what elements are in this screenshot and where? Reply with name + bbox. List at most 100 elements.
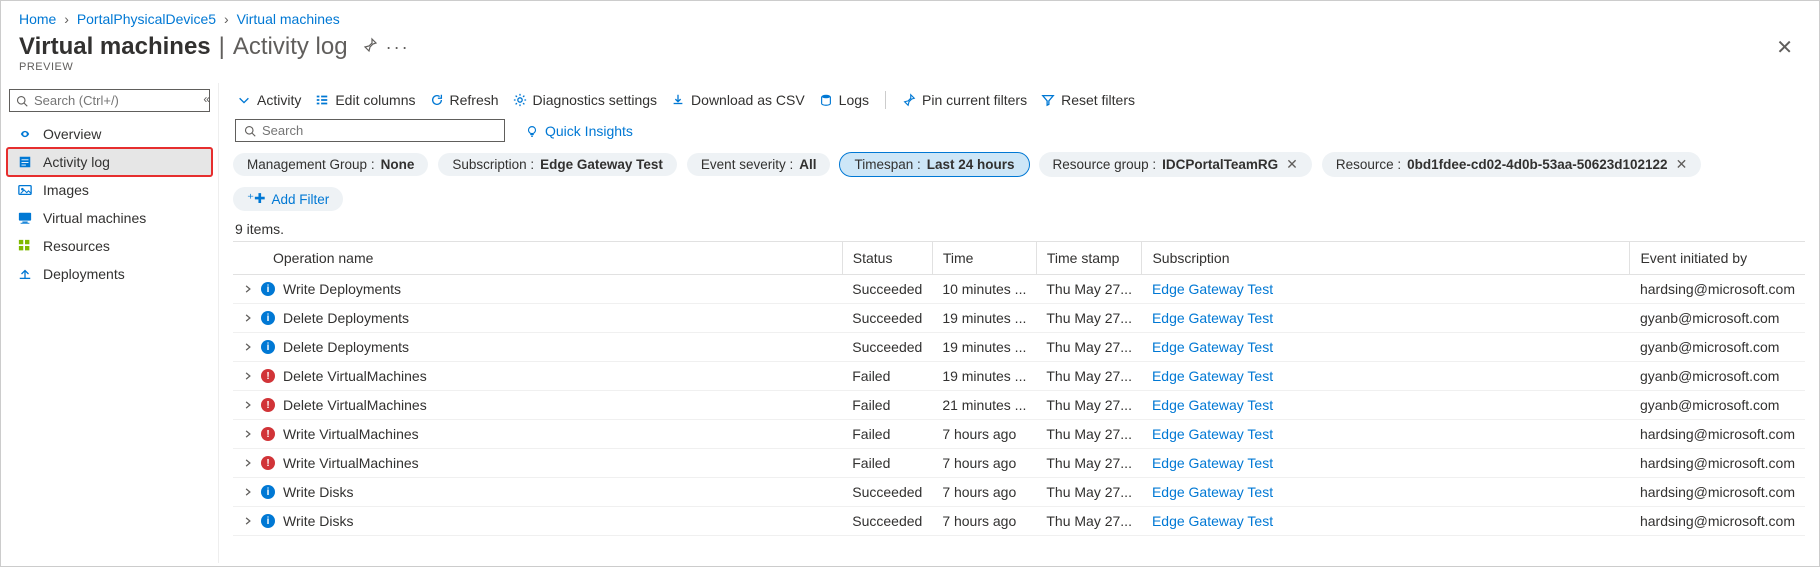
cell-timestamp: Thu May 27...	[1036, 362, 1142, 391]
cell-initiated-by: hardsing@microsoft.com	[1630, 478, 1805, 507]
cell-status: Succeeded	[842, 304, 932, 333]
chevron-right-icon[interactable]	[243, 313, 253, 323]
filter-pill-subscription[interactable]: Subscription : Edge Gateway Test	[438, 153, 677, 176]
toolbar-reset-filters[interactable]: Reset filters	[1041, 92, 1135, 108]
breadcrumb-home[interactable]: Home	[19, 11, 56, 27]
cell-status: Failed	[842, 449, 932, 478]
toolbar-activity[interactable]: Activity	[237, 92, 301, 108]
table-row[interactable]: !Delete VirtualMachinesFailed21 minutes …	[233, 391, 1805, 420]
remove-filter-icon[interactable]: ✕	[1286, 156, 1298, 173]
table-row[interactable]: iWrite DeploymentsSucceeded10 minutes ..…	[233, 275, 1805, 304]
toolbar-logs[interactable]: Logs	[819, 92, 869, 108]
info-icon: i	[261, 311, 275, 325]
chevron-right-icon[interactable]	[243, 342, 253, 352]
chevron-right-icon[interactable]	[243, 516, 253, 526]
sidebar-item-activity-log[interactable]: Activity log	[7, 148, 212, 176]
chevron-right-icon[interactable]	[243, 284, 253, 294]
page-subtitle: Activity log	[233, 33, 348, 61]
sidebar-item-virtual-machines[interactable]: Virtual machines	[7, 204, 212, 232]
filter-pill-resource[interactable]: Resource : 0bd1fdee-cd02-4d0b-53aa-50623…	[1322, 152, 1701, 177]
filter-pill-timespan[interactable]: Timespan : Last 24 hours	[840, 153, 1028, 176]
operation-name: Delete Deployments	[283, 339, 409, 355]
main-search[interactable]	[235, 119, 505, 142]
chevron-right-icon[interactable]	[243, 487, 253, 497]
table-row[interactable]: !Delete VirtualMachinesFailed19 minutes …	[233, 362, 1805, 391]
quick-insights[interactable]: Quick Insights	[525, 123, 633, 139]
sidebar-item-overview[interactable]: Overview	[7, 120, 212, 148]
table-row[interactable]: iWrite DisksSucceeded7 hours agoThu May …	[233, 507, 1805, 536]
col-operation[interactable]: Operation name	[233, 242, 842, 275]
sidebar-item-resources[interactable]: Resources	[7, 232, 212, 260]
info-icon: i	[261, 340, 275, 354]
cell-time: 7 hours ago	[932, 449, 1036, 478]
subscription-link[interactable]: Edge Gateway Test	[1152, 513, 1273, 529]
subscription-link[interactable]: Edge Gateway Test	[1152, 397, 1273, 413]
table-row[interactable]: !Write VirtualMachinesFailed7 hours agoT…	[233, 449, 1805, 478]
more-icon[interactable]: ···	[386, 37, 410, 58]
add-filter-button[interactable]: ⁺✚Add Filter	[233, 187, 343, 211]
main: Activity Edit columns Refresh Diagnostic…	[219, 83, 1819, 563]
pin-icon[interactable]	[362, 37, 378, 58]
cell-time: 19 minutes ...	[932, 362, 1036, 391]
toolbar-pin-filters[interactable]: Pin current filters	[902, 92, 1027, 108]
chevron-right-icon[interactable]	[243, 429, 253, 439]
subscription-link[interactable]: Edge Gateway Test	[1152, 455, 1273, 471]
subscription-link[interactable]: Edge Gateway Test	[1152, 484, 1273, 500]
cell-subscription: Edge Gateway Test	[1142, 304, 1630, 333]
col-subscription[interactable]: Subscription	[1142, 242, 1630, 275]
subscription-link[interactable]: Edge Gateway Test	[1152, 426, 1273, 442]
subscription-link[interactable]: Edge Gateway Test	[1152, 368, 1273, 384]
close-icon[interactable]: ✕	[1776, 35, 1793, 60]
chevron-right-icon[interactable]	[243, 371, 253, 381]
cell-status: Failed	[842, 391, 932, 420]
filter-pill-severity[interactable]: Event severity : All	[687, 153, 831, 176]
operation-name: Write Deployments	[283, 281, 401, 297]
cell-initiated-by: gyanb@microsoft.com	[1630, 391, 1805, 420]
filter-pill-resource-group[interactable]: Resource group : IDCPortalTeamRG✕	[1039, 152, 1312, 177]
subscription-link[interactable]: Edge Gateway Test	[1152, 310, 1273, 326]
table-row[interactable]: !Write VirtualMachinesFailed7 hours agoT…	[233, 420, 1805, 449]
chevron-right-icon: ›	[224, 11, 229, 27]
operation-name: Delete VirtualMachines	[283, 397, 427, 413]
table-row[interactable]: iDelete DeploymentsSucceeded19 minutes .…	[233, 304, 1805, 333]
col-initiated-by[interactable]: Event initiated by	[1630, 242, 1805, 275]
sidebar-item-label: Overview	[43, 126, 101, 142]
sidebar-search[interactable]	[9, 89, 210, 112]
cell-subscription: Edge Gateway Test	[1142, 333, 1630, 362]
col-status[interactable]: Status	[842, 242, 932, 275]
cell-subscription: Edge Gateway Test	[1142, 478, 1630, 507]
chevron-right-icon[interactable]	[243, 400, 253, 410]
col-time[interactable]: Time	[932, 242, 1036, 275]
subscription-link[interactable]: Edge Gateway Test	[1152, 281, 1273, 297]
item-count: 9 items.	[233, 219, 1805, 241]
overview-icon	[17, 126, 33, 142]
sidebar-item-deployments[interactable]: Deployments	[7, 260, 212, 288]
toolbar-download-csv[interactable]: Download as CSV	[671, 92, 805, 108]
preview-badge: PREVIEW	[1, 61, 1819, 83]
info-icon: i	[261, 282, 275, 296]
table-row[interactable]: iWrite DisksSucceeded7 hours agoThu May …	[233, 478, 1805, 507]
col-timestamp[interactable]: Time stamp	[1036, 242, 1142, 275]
main-search-input[interactable]	[262, 123, 496, 138]
chevron-right-icon[interactable]	[243, 458, 253, 468]
cell-status: Succeeded	[842, 333, 932, 362]
remove-filter-icon[interactable]: ✕	[1676, 156, 1688, 173]
cell-time: 7 hours ago	[932, 507, 1036, 536]
cell-subscription: Edge Gateway Test	[1142, 507, 1630, 536]
toolbar-edit-columns[interactable]: Edit columns	[315, 92, 415, 108]
table-row[interactable]: iDelete DeploymentsSucceeded19 minutes .…	[233, 333, 1805, 362]
toolbar-refresh[interactable]: Refresh	[430, 92, 499, 108]
cell-subscription: Edge Gateway Test	[1142, 391, 1630, 420]
error-icon: !	[261, 456, 275, 470]
sidebar-item-images[interactable]: Images	[7, 176, 212, 204]
subscription-link[interactable]: Edge Gateway Test	[1152, 339, 1273, 355]
toolbar-separator	[885, 91, 886, 109]
sidebar-search-input[interactable]	[34, 93, 210, 108]
sidebar-item-label: Activity log	[43, 154, 110, 170]
info-icon: i	[261, 485, 275, 499]
toolbar-diagnostics[interactable]: Diagnostics settings	[513, 92, 658, 108]
filter-pill-management-group[interactable]: Management Group : None	[233, 153, 428, 176]
cell-timestamp: Thu May 27...	[1036, 391, 1142, 420]
breadcrumb-vm[interactable]: Virtual machines	[237, 11, 340, 27]
breadcrumb-device[interactable]: PortalPhysicalDevice5	[77, 11, 216, 27]
